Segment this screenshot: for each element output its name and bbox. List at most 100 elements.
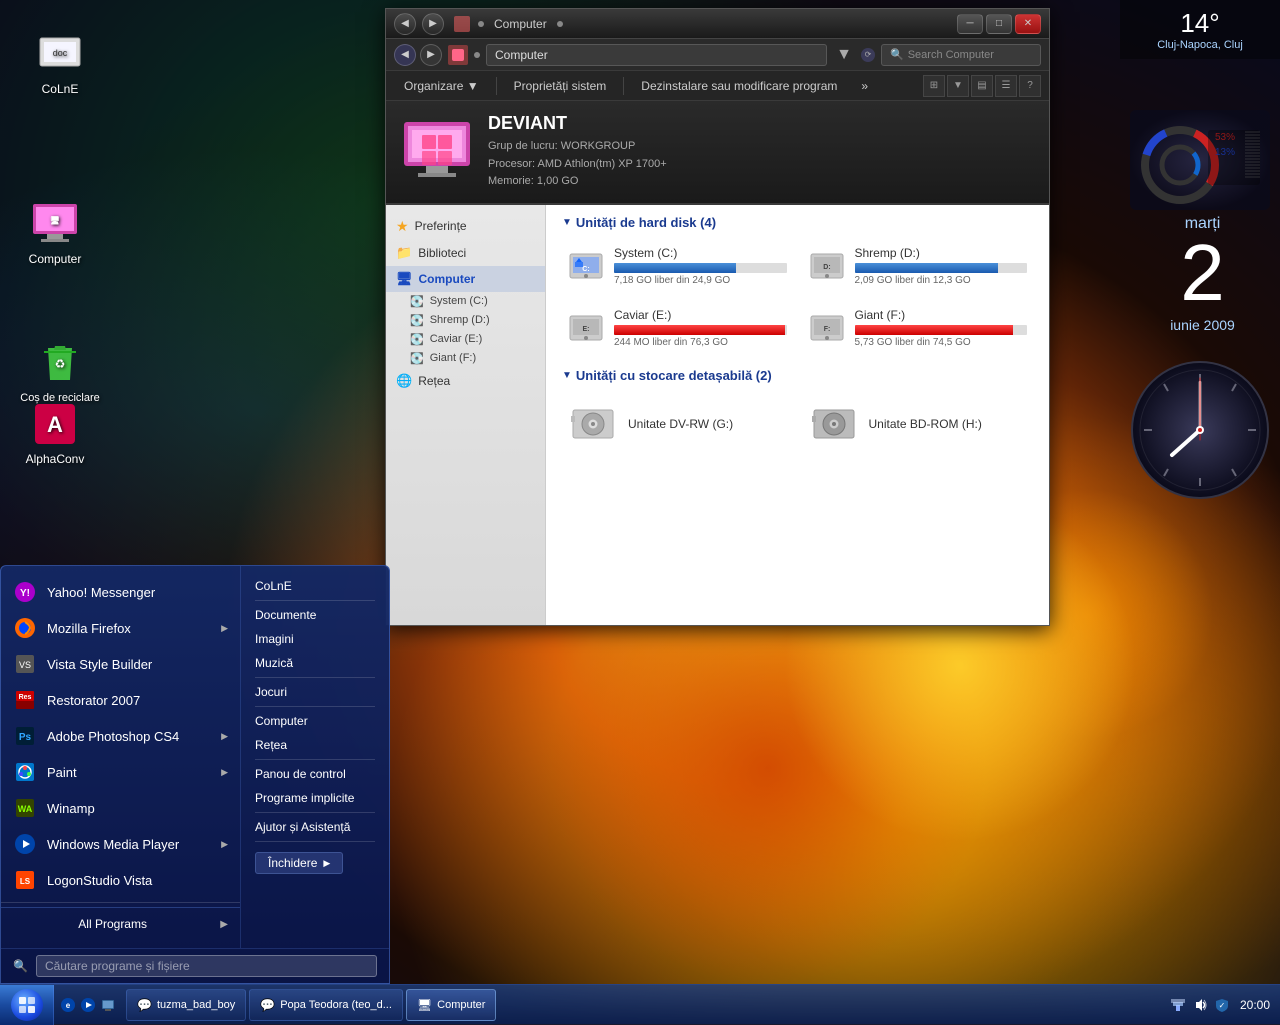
sidebar-item-libraries[interactable]: 📁 Biblioteci: [386, 240, 545, 266]
address-bar: ◀ ▶ Computer ▼ ⟳ 🔍 Search Computer: [386, 39, 1049, 71]
start-app-restorator[interactable]: Res Restorator 2007: [1, 682, 240, 718]
uninstall-button[interactable]: Dezinstalare sau modificare program: [631, 77, 847, 95]
start-app-photoshop[interactable]: Ps Adobe Photoshop CS4: [1, 718, 240, 754]
start-app-paint[interactable]: Paint: [1, 754, 240, 790]
help-btn[interactable]: ?: [1019, 75, 1041, 97]
minimize-button[interactable]: ─: [957, 14, 983, 34]
system-props-button[interactable]: Proprietăți sistem: [504, 77, 617, 95]
start-right-images[interactable]: Imagini: [241, 627, 389, 651]
more-button[interactable]: »: [851, 77, 878, 95]
star-icon: ★: [396, 218, 409, 235]
drive-name-f: Giant (F:): [855, 308, 1028, 322]
desktop-icon-alphaconv[interactable]: A AlphaConv: [15, 400, 95, 466]
desktop-icon-colne[interactable]: doc CoLnE: [20, 30, 100, 96]
search-placeholder: Search Computer: [908, 49, 994, 61]
shutdown-button[interactable]: Închidere ▶: [255, 852, 343, 874]
right-separator-2: [255, 677, 375, 678]
clock-time: 20:00: [1236, 998, 1270, 1012]
tray-icon-network[interactable]: [1170, 997, 1186, 1013]
drive-name-d: Shremp (D:): [855, 246, 1028, 260]
computer-name: DEVIANT: [488, 113, 667, 134]
drive-info-c: System (C:) 7,18 GO liber din 24,9 GO: [614, 246, 787, 286]
start-button[interactable]: [0, 985, 54, 1025]
tray-icon-shield[interactable]: ✓: [1214, 997, 1230, 1013]
start-right-computer[interactable]: Computer: [241, 709, 389, 733]
start-app-vista-style[interactable]: VS Vista Style Builder: [1, 646, 240, 682]
taskbar-item-computer[interactable]: 🖥 Computer: [406, 989, 497, 1021]
address-path[interactable]: Computer: [486, 44, 827, 66]
sidebar-item-network[interactable]: 🌐 Rețea: [386, 368, 545, 394]
start-right-colne[interactable]: CoLnE: [241, 574, 389, 598]
forward-button[interactable]: ▶: [422, 13, 444, 35]
start-search-input[interactable]: [36, 955, 377, 977]
start-right-help[interactable]: Ajutor și Asistență: [241, 815, 389, 839]
desktop-icon-recyclebin[interactable]: ♻ Coș de reciclare: [20, 340, 100, 404]
organize-button[interactable]: Organizare ▼: [394, 77, 489, 95]
drive-icon-d: D:: [809, 248, 845, 284]
colne-icon: doc: [36, 30, 84, 78]
sidebar-item-caviar-e[interactable]: 💽 Caviar (E:): [386, 330, 545, 349]
maximize-button[interactable]: □: [986, 14, 1012, 34]
refresh-button[interactable]: ▼: [833, 44, 855, 66]
quicklaunch-show-desktop[interactable]: [100, 997, 116, 1013]
taskbar-item-popa[interactable]: 💬 Popa Teodora (teo_d...: [249, 989, 403, 1021]
tuzma-icon: 💬: [137, 998, 152, 1012]
close-button[interactable]: ✕: [1015, 14, 1041, 34]
start-right-documents[interactable]: Documente: [241, 603, 389, 627]
drive-caviar-e[interactable]: E: Caviar (E:) 244 MO liber din 76,3 GO: [562, 302, 793, 354]
start-right-default-programs[interactable]: Programe implicite: [241, 786, 389, 810]
quicklaunch-ie[interactable]: e: [60, 997, 76, 1013]
taskbar-item-tuzma[interactable]: 💬 tuzma_bad_boy: [126, 989, 246, 1021]
addr-forward-btn[interactable]: ▶: [420, 44, 442, 66]
start-right-games[interactable]: Jocuri: [241, 680, 389, 704]
start-app-wmp[interactable]: Windows Media Player: [1, 826, 240, 862]
view-dropdown-btn[interactable]: ▼: [947, 75, 969, 97]
temperature-display: 14°: [1128, 8, 1272, 39]
view-pane-btn[interactable]: ▤: [971, 75, 993, 97]
all-programs-button[interactable]: All Programs: [13, 914, 212, 934]
drive-icon-f: F:: [809, 310, 845, 346]
start-app-winamp[interactable]: WA Winamp: [1, 790, 240, 826]
start-right-control-panel[interactable]: Panou de control: [241, 762, 389, 786]
search-box[interactable]: 🔍 Search Computer: [881, 44, 1041, 66]
drive-system-c[interactable]: C: System (C:) 7,18 GO liber din 24,9 GO: [562, 240, 793, 292]
start-app-logonstudio[interactable]: LS LogonStudio Vista: [1, 862, 240, 898]
computer-memory: Memorie: 1,00 GO: [488, 173, 667, 191]
collapse-hdd-icon[interactable]: ▼: [562, 217, 572, 228]
drive-shremp-d[interactable]: D: Shremp (D:) 2,09 GO liber din 12,3 GO: [803, 240, 1034, 292]
sidebar-item-system-c[interactable]: 💽 System (C:): [386, 292, 545, 311]
colne-label: CoLnE: [42, 82, 79, 96]
system-tray: ✓ 20:00: [1160, 997, 1280, 1013]
start-right-network[interactable]: Rețea: [241, 733, 389, 757]
drive-bar-bg-f: [855, 325, 1028, 335]
svg-text:Res: Res: [19, 694, 32, 701]
folder-icon: 📁: [396, 245, 412, 261]
start-app-firefox[interactable]: Mozilla Firefox: [1, 610, 240, 646]
window-body: ★ Preferințe 📁 Biblioteci 🖥 Computer 💽 S…: [386, 205, 1049, 625]
drive-giant-f[interactable]: F: Giant (F:) 5,73 GO liber din 74,5 GO: [803, 302, 1034, 354]
dvdrw-label: Unitate DV-RW (G:): [628, 417, 733, 431]
sidebar-item-computer[interactable]: 🖥 Computer: [386, 266, 545, 292]
svg-text:F:: F:: [823, 326, 830, 333]
svg-text:A: A: [47, 412, 63, 437]
addr-search-icon: ⟳: [861, 48, 875, 62]
view-details-btn[interactable]: ☰: [995, 75, 1017, 97]
svg-text:doc: doc: [53, 48, 68, 58]
start-app-yahoo[interactable]: Y! Yahoo! Messenger: [1, 574, 240, 610]
view-grid-btn[interactable]: ⊞: [923, 75, 945, 97]
addr-back-btn[interactable]: ◀: [394, 44, 416, 66]
start-right-music[interactable]: Muzică: [241, 651, 389, 675]
nav-icon: [454, 16, 470, 32]
drive-name-e: Caviar (E:): [614, 308, 787, 322]
removable-bdrom-h[interactable]: Unitate BD-ROM (H:): [803, 393, 1034, 455]
collapse-removable-icon[interactable]: ▼: [562, 370, 572, 381]
desktop-icon-computer[interactable]: 🖥 Computer: [15, 200, 95, 266]
sidebar-item-giant-f[interactable]: 💽 Giant (F:): [386, 349, 545, 368]
sidebar-item-shremp-d[interactable]: 💽 Shremp (D:): [386, 311, 545, 330]
drive-bar-fill-f: [855, 325, 1014, 335]
sidebar-item-preferences[interactable]: ★ Preferințe: [386, 213, 545, 240]
tray-icon-volume[interactable]: [1192, 997, 1208, 1013]
quicklaunch-media[interactable]: [80, 997, 96, 1013]
back-button[interactable]: ◀: [394, 13, 416, 35]
removable-dvdrw-g[interactable]: Unitate DV-RW (G:): [562, 393, 793, 455]
